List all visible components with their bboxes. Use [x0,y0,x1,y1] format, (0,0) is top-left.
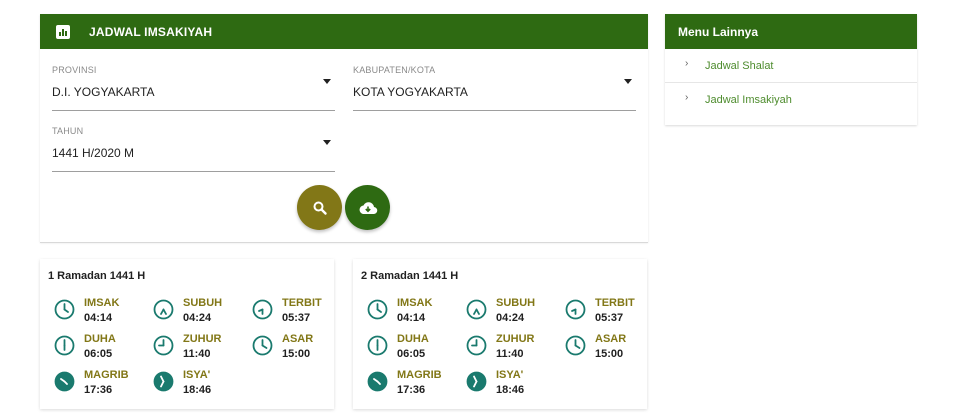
prayer-name: ISYA' [183,369,211,381]
prayer-time: 04:24 [183,312,212,324]
isya-clock-icon [153,371,174,392]
terbit-clock-icon [252,299,273,320]
prayer-entry: TERBIT 05:37 [559,297,655,327]
asar-clock-icon [252,335,273,356]
day-title: 2 Ramadan 1441 H [361,270,459,282]
prayer-name: TERBIT [595,297,635,309]
prayer-entry: ASAR 15:00 [246,333,342,363]
menu-item-label[interactable]: Jadwal Imsakiyah [705,94,792,106]
dropdown-arrow-icon[interactable] [323,79,331,84]
prayer-entry: ISYA' 18:46 [147,369,243,399]
prayer-name: SUBUH [496,297,536,309]
prayer-time: 04:14 [397,312,426,324]
prayer-name: SUBUH [183,297,223,309]
prayer-time: 18:46 [496,384,525,396]
imsak-clock-icon [367,299,388,320]
prayer-time: 06:05 [84,348,113,360]
prayer-time: 17:36 [397,384,426,396]
day-card-1: 1 Ramadan 1441 H IMSAK 04:14 SUBUH 04:24 TER… [40,259,334,409]
cloud-download-icon [359,201,377,214]
prayer-entry: ASAR 15:00 [559,333,655,363]
provinsi-label: PROVINSI [52,65,97,75]
prayer-entry: TERBIT 05:37 [246,297,342,327]
menu-item-jadwal-imsakiyah[interactable]: › Jadwal Imsakiyah [665,83,917,117]
prayer-name: ASAR [595,333,627,345]
prayer-time: 11:40 [496,348,524,360]
subuh-clock-icon [466,299,487,320]
card-title: JADWAL IMSAKIYAH [89,24,213,39]
day-title: 1 Ramadan 1441 H [48,270,146,282]
prayer-entry: DUHA 06:05 [361,333,457,363]
kabupaten-value: KOTA YOGYAKARTA [353,85,468,99]
magrib-clock-icon [367,371,388,392]
prayer-entry: ZUHUR 11:40 [147,333,243,363]
prayer-name: MAGRIB [397,369,442,381]
prayer-entry: SUBUH 04:24 [147,297,243,327]
menu-lainnya-card: Menu Lainnya › Jadwal Shalat › Jadwal Im… [665,14,917,125]
search-icon [313,201,327,215]
prayer-name: DUHA [84,333,116,345]
chevron-right-icon: › [685,92,689,103]
provinsi-select[interactable]: PROVINSI D.I. YOGYAKARTA [52,65,335,111]
isya-clock-icon [466,371,487,392]
zuhur-clock-icon [153,335,174,356]
divider [40,242,648,243]
prayer-time: 04:14 [84,312,113,324]
terbit-clock-icon [565,299,586,320]
prayer-entry: ZUHUR 11:40 [460,333,556,363]
prayer-time: 17:36 [84,384,113,396]
prayer-time: 05:37 [595,312,624,324]
prayer-name: ZUHUR [496,333,535,345]
prayer-time: 11:40 [183,348,211,360]
prayer-name: ASAR [282,333,314,345]
asar-clock-icon [565,335,586,356]
magrib-clock-icon [54,371,75,392]
prayer-name: IMSAK [84,297,120,309]
download-button[interactable] [345,185,390,230]
chevron-right-icon: › [685,58,689,69]
prayer-time: 05:37 [282,312,311,324]
prayer-name: TERBIT [282,297,322,309]
prayer-entry: SUBUH 04:24 [460,297,556,327]
provinsi-value: D.I. YOGYAKARTA [52,85,155,99]
duha-clock-icon [367,335,388,356]
menu-title: Menu Lainnya [665,14,917,49]
search-button[interactable] [297,185,342,230]
prayer-name: ZUHUR [183,333,222,345]
prayer-entry: MAGRIB 17:36 [48,369,144,399]
tahun-label: TAHUN [52,126,84,136]
prayer-time: 06:05 [397,348,426,360]
prayer-entry: IMSAK 04:14 [48,297,144,327]
prayer-entry: ISYA' 18:46 [460,369,556,399]
jadwal-imsakiyah-card: JADWAL IMSAKIYAH PROVINSI D.I. YOGYAKART… [40,14,648,242]
kabupaten-select[interactable]: KABUPATEN/KOTA KOTA YOGYAKARTA [353,65,636,111]
card-header: JADWAL IMSAKIYAH [40,14,648,49]
menu-item-jadwal-shalat[interactable]: › Jadwal Shalat [665,49,917,83]
prayer-time: 15:00 [282,348,311,360]
day-card-2: 2 Ramadan 1441 H IMSAK 04:14 SUBUH 04:24 TER… [353,259,647,409]
prayer-entry: DUHA 06:05 [48,333,144,363]
prayer-time: 15:00 [595,348,624,360]
prayer-name: DUHA [397,333,429,345]
duha-clock-icon [54,335,75,356]
prayer-entry: MAGRIB 17:36 [361,369,457,399]
tahun-value: 1441 H/2020 M [52,146,135,160]
prayer-name: ISYA' [496,369,524,381]
dropdown-arrow-icon[interactable] [624,79,632,84]
subuh-clock-icon [153,299,174,320]
bar-chart-icon [56,24,70,39]
tahun-select[interactable]: TAHUN 1441 H/2020 M [52,126,335,172]
prayer-time: 18:46 [183,384,212,396]
imsak-clock-icon [54,299,75,320]
kabupaten-label: KABUPATEN/KOTA [353,65,436,75]
dropdown-arrow-icon[interactable] [323,140,331,145]
prayer-name: MAGRIB [84,369,129,381]
menu-item-label[interactable]: Jadwal Shalat [705,60,774,72]
prayer-name: IMSAK [397,297,433,309]
prayer-time: 04:24 [496,312,525,324]
zuhur-clock-icon [466,335,487,356]
prayer-entry: IMSAK 04:14 [361,297,457,327]
